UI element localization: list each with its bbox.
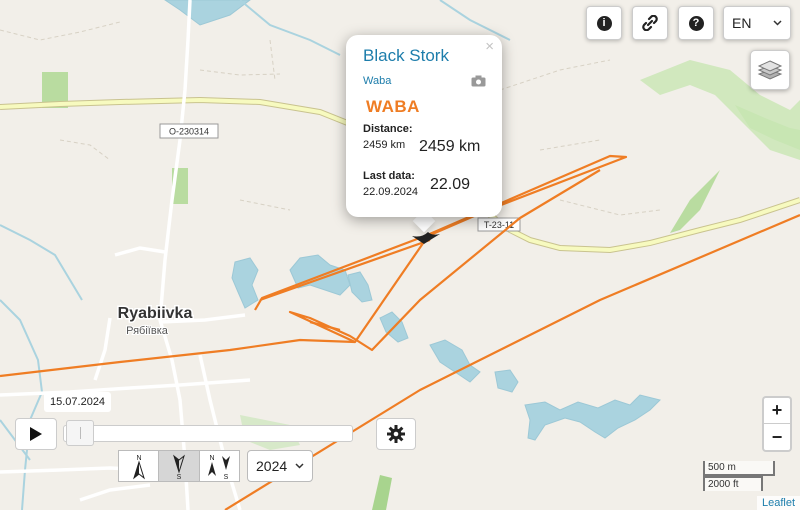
- info-icon: i: [596, 15, 612, 31]
- town-name: Ryabiivka: [118, 305, 193, 322]
- zoom-control: + −: [762, 396, 792, 452]
- play-icon: [30, 427, 42, 441]
- play-button[interactable]: [15, 418, 57, 450]
- chevron-down-icon: [295, 463, 304, 469]
- timeline-slider-track[interactable]: [63, 425, 353, 442]
- distance-value-small: 2459 km: [363, 139, 406, 151]
- year-select[interactable]: 2024: [247, 450, 313, 482]
- south-arrow-button[interactable]: S: [159, 451, 200, 481]
- camera-icon[interactable]: [471, 74, 486, 92]
- settings-button[interactable]: [376, 418, 416, 450]
- timeline-date-label: 15.07.2024: [44, 392, 112, 412]
- north-south-arrows-icon: N S: [208, 455, 231, 480]
- last-data-value-small: 22.09.2024: [363, 186, 419, 198]
- zoom-in-button[interactable]: +: [764, 398, 790, 424]
- town-name-local: Рябіївка: [126, 325, 169, 337]
- link-button[interactable]: [632, 6, 668, 40]
- popup-close-button[interactable]: ×: [485, 38, 494, 55]
- gear-icon: [387, 425, 405, 443]
- layers-icon: [757, 60, 783, 80]
- attribution-link[interactable]: Leaflet: [756, 496, 800, 510]
- popup-subtitle[interactable]: Waba: [363, 75, 391, 87]
- layers-button[interactable]: [750, 50, 790, 90]
- svg-text:S: S: [177, 474, 182, 480]
- link-icon: [642, 15, 658, 31]
- chevron-down-icon: [773, 20, 782, 26]
- road-label-o: O-230314: [159, 123, 219, 139]
- road-label-o-text: O-230314: [169, 127, 209, 137]
- scale-metric: 500 m: [703, 461, 775, 476]
- distance-label: Distance:: [363, 123, 413, 135]
- info-button[interactable]: i: [586, 6, 622, 40]
- distance-value-large: 2459 km: [419, 138, 481, 155]
- scale-imperial: 2000 ft: [703, 476, 763, 491]
- popup-brand-logo: WABA: [366, 97, 420, 116]
- north-arrow-button[interactable]: N: [119, 451, 160, 481]
- direction-toggle-group: N S N S: [118, 450, 240, 482]
- help-button[interactable]: ?: [678, 6, 714, 40]
- last-data-label: Last data:: [363, 170, 415, 182]
- year-value: 2024: [256, 458, 288, 474]
- language-select[interactable]: EN: [723, 6, 791, 40]
- popup-title[interactable]: Black Stork: [363, 46, 449, 66]
- bird-popup: × Black Stork Waba WABA Distance: 2459 k…: [346, 35, 502, 217]
- zoom-out-button[interactable]: −: [764, 424, 790, 450]
- timeline-slider-handle[interactable]: [66, 420, 94, 446]
- north-arrow-icon: N: [132, 455, 145, 480]
- south-arrow-icon: S: [173, 454, 185, 480]
- help-icon: ?: [688, 15, 704, 31]
- last-data-value-large: 22.09: [430, 176, 471, 193]
- road-label-t-text: T-23-11: [484, 220, 514, 230]
- svg-text:N: N: [210, 455, 215, 462]
- svg-text:S: S: [224, 474, 229, 480]
- north-south-arrow-button[interactable]: N S: [200, 451, 239, 481]
- language-value: EN: [732, 15, 752, 31]
